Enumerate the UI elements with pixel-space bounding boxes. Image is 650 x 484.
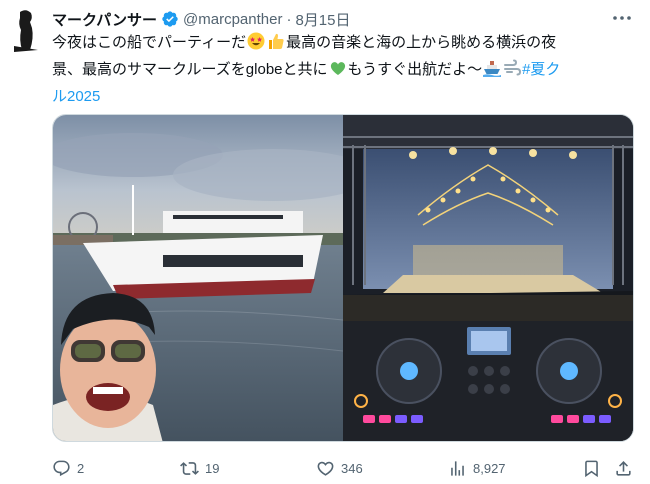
repost-icon <box>180 461 199 475</box>
reply-count: 2 <box>77 460 85 476</box>
dj-controller <box>343 321 633 441</box>
views-button[interactable]: 8,927 <box>448 456 506 480</box>
avatar-column <box>6 6 46 52</box>
tweet-text-line-2: 景、最高のサマークルーズをglobeと共に もうすぐ出航だよ〜 #夏ク <box>52 58 638 85</box>
media-grid <box>52 114 634 442</box>
tweet-text: 今夜はこの船でパーティーだ 最高の音楽と海の上から眺める横浜の夜 景、最高のサマー… <box>52 31 638 109</box>
tweet-text-part: 最高の音楽と海の上から眺める横浜の夜 <box>286 34 557 51</box>
hashtag-link-continued[interactable]: ル2025 <box>52 88 100 105</box>
repost-count: 19 <box>205 460 220 476</box>
share-button[interactable] <box>614 456 639 480</box>
thumbs-up-emoji-icon <box>267 32 285 58</box>
tweet-text-part: 景、最高のサマークルーズをglobeと共に <box>52 61 328 78</box>
like-count: 346 <box>341 460 363 476</box>
separator-dot: · <box>286 10 292 28</box>
more-options-icon[interactable] <box>612 10 632 26</box>
repost-button[interactable]: 19 <box>180 456 219 480</box>
star-struck-emoji-icon <box>247 32 265 58</box>
bookmark-icon <box>585 460 598 477</box>
photo-cruise-ship-selfie[interactable] <box>53 115 343 441</box>
dash-emoji-icon <box>503 59 522 85</box>
views-chart-icon <box>451 460 464 476</box>
tweet-actions: 2 19 346 8,927 <box>52 456 638 480</box>
avatar[interactable] <box>6 6 46 52</box>
tweet-date[interactable]: 8月15日 <box>295 9 350 30</box>
reply-button[interactable]: 2 <box>52 456 84 480</box>
tweet-header: マークパンサー @marcpanther · 8月15日 <box>52 8 350 30</box>
verified-badge-icon <box>161 10 179 28</box>
heart-icon <box>317 461 334 476</box>
author-name[interactable]: マークパンサー <box>52 9 157 30</box>
photo-dj-deck-stage[interactable] <box>343 115 633 441</box>
bookmark-button[interactable] <box>582 456 607 480</box>
selfie-person <box>53 293 163 441</box>
reply-icon <box>53 460 70 476</box>
tweet-text-line-3: ル2025 <box>52 85 638 109</box>
ship-emoji-icon <box>483 59 502 85</box>
tweet-text-line-1: 今夜はこの船でパーティーだ 最高の音楽と海の上から眺める横浜の夜 <box>52 31 638 58</box>
like-button[interactable]: 346 <box>316 456 363 480</box>
view-count: 8,927 <box>473 460 506 476</box>
author-handle[interactable]: @marcpanther <box>183 11 282 28</box>
tweet-text-part: 今夜はこの船でパーティーだ <box>52 34 247 51</box>
tweet-text-part: もうすぐ出航だよ〜 <box>347 61 483 78</box>
hashtag-link[interactable]: #夏ク <box>522 61 560 78</box>
share-icon <box>616 460 631 476</box>
green-heart-emoji-icon <box>329 59 347 85</box>
